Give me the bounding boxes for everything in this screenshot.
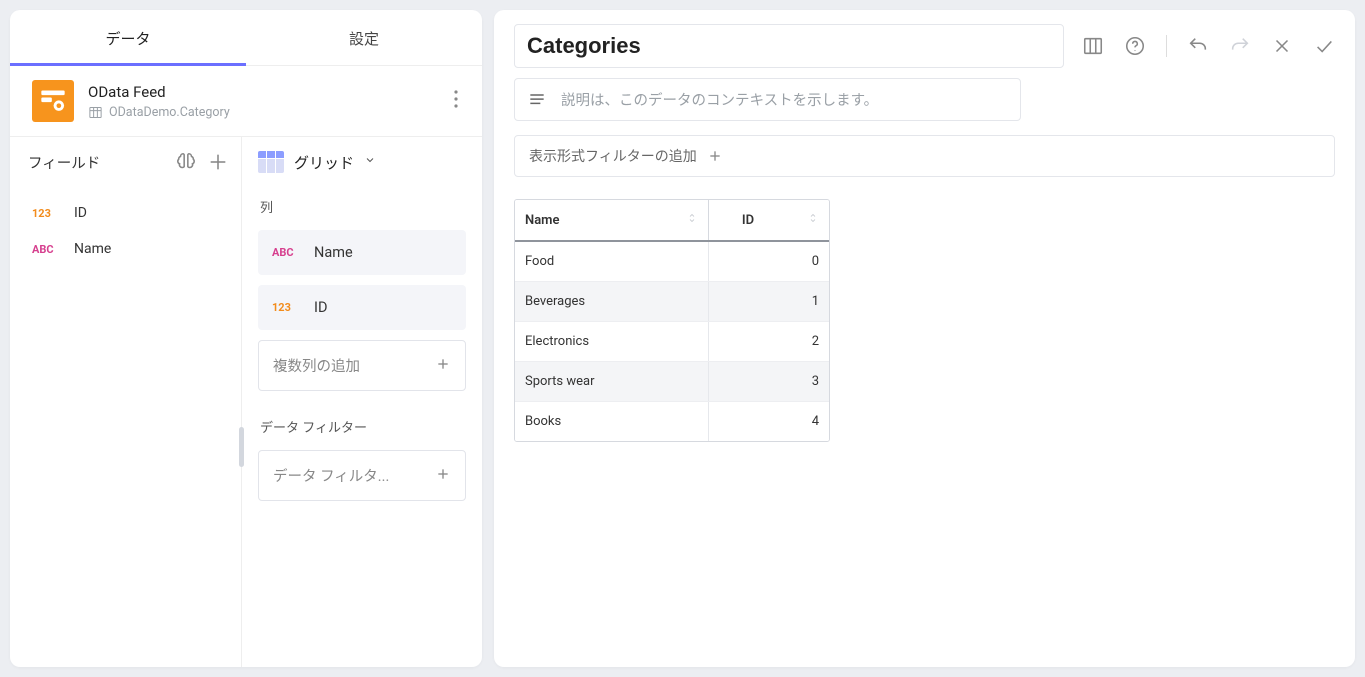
- filters-section-label: データ フィルター: [260, 417, 466, 436]
- switch-viz-button[interactable]: [1082, 35, 1104, 57]
- help-circle-icon: [1124, 35, 1146, 57]
- right-panel: 説明は、このデータのコンテキストを示します。 表示形式フィルターの追加 Name…: [494, 10, 1355, 667]
- cell-name: Beverages: [515, 282, 709, 321]
- separator: [1166, 35, 1167, 57]
- table-row[interactable]: Food 0: [515, 242, 829, 282]
- brain-icon: [175, 151, 197, 173]
- plus-icon: [707, 148, 723, 164]
- check-icon: [1313, 35, 1335, 57]
- table-row[interactable]: Books 4: [515, 402, 829, 441]
- sort-icon: [807, 212, 819, 228]
- tab-settings[interactable]: 設定: [246, 10, 482, 65]
- column-header-name[interactable]: Name: [515, 200, 709, 240]
- column-resize-handle[interactable]: [239, 427, 244, 467]
- sort-icon: [686, 212, 698, 228]
- field-label: ID: [74, 205, 87, 221]
- visualization-label: グリッド: [294, 152, 354, 173]
- datasource-subtitle: ODataDemo.Category: [109, 105, 230, 120]
- column-pill-id[interactable]: 123 ID: [258, 285, 466, 330]
- tabs: データ 設定: [10, 10, 482, 66]
- type-text-icon: ABC: [272, 246, 302, 259]
- description-placeholder: 説明は、このデータのコンテキストを示します。: [561, 89, 1008, 110]
- datasource-more-button[interactable]: [448, 84, 464, 118]
- cell-id: 0: [709, 242, 829, 281]
- chevron-down-icon: [364, 154, 376, 170]
- confirm-button[interactable]: [1313, 35, 1335, 57]
- fields-column: フィールド 123 ID ABC Na: [10, 136, 242, 667]
- ai-suggest-button[interactable]: [175, 151, 197, 173]
- grid-viz-icon: [258, 151, 284, 173]
- plus-icon: [435, 356, 451, 376]
- column-pill-label: Name: [314, 244, 353, 261]
- plus-icon: [207, 151, 229, 173]
- datasource-title: OData Feed: [88, 83, 434, 101]
- paragraph-icon: [527, 90, 547, 110]
- close-button[interactable]: [1271, 35, 1293, 57]
- cell-name: Electronics: [515, 322, 709, 361]
- undo-icon: [1187, 35, 1209, 57]
- add-data-filter-button[interactable]: データ フィルタ...: [258, 450, 466, 501]
- column-pill-label: ID: [314, 299, 327, 316]
- top-actions: [1082, 35, 1335, 57]
- undo-button[interactable]: [1187, 35, 1209, 57]
- add-viz-filter-button[interactable]: 表示形式フィルターの追加: [514, 135, 1335, 177]
- left-panel: データ 設定 OData Feed ODataDemo.Category: [10, 10, 482, 667]
- table-header-row: Name ID: [515, 200, 829, 242]
- data-grid: Name ID Food 0 Beverages 1 Elect: [514, 199, 830, 442]
- field-item-name[interactable]: ABC Name: [22, 231, 229, 267]
- type-number-icon: 123: [272, 301, 302, 314]
- column-header-id[interactable]: ID: [709, 200, 829, 240]
- add-viz-filter-label: 表示形式フィルターの追加: [529, 146, 697, 166]
- column-header-label: Name: [525, 213, 559, 228]
- cell-name: Books: [515, 402, 709, 441]
- tab-data[interactable]: データ: [10, 10, 246, 65]
- type-text-icon: ABC: [32, 243, 62, 256]
- datasource-icon: [32, 80, 74, 122]
- type-number-icon: 123: [32, 207, 62, 220]
- redo-button[interactable]: [1229, 35, 1251, 57]
- redo-icon: [1229, 35, 1251, 57]
- grid-large-icon: [1082, 35, 1104, 57]
- cell-id: 1: [709, 282, 829, 321]
- visualization-selector[interactable]: グリッド: [258, 151, 466, 173]
- visualization-title-input[interactable]: [527, 33, 1051, 59]
- more-vertical-icon: [454, 90, 458, 108]
- table-body: Food 0 Beverages 1 Electronics 2 Sports …: [515, 242, 829, 441]
- config-column: グリッド 列 ABC Name 123 ID 複数列の追加: [242, 136, 482, 667]
- help-button[interactable]: [1124, 35, 1146, 57]
- column-pill-name[interactable]: ABC Name: [258, 230, 466, 275]
- add-columns-button[interactable]: 複数列の追加: [258, 340, 466, 391]
- close-icon: [1271, 35, 1293, 57]
- cell-id: 3: [709, 362, 829, 401]
- add-field-button[interactable]: [207, 151, 229, 173]
- field-label: Name: [74, 241, 111, 257]
- field-item-id[interactable]: 123 ID: [22, 195, 229, 231]
- table-row[interactable]: Beverages 1: [515, 282, 829, 322]
- column-header-label: ID: [719, 213, 777, 228]
- add-data-filter-label: データ フィルタ...: [273, 465, 389, 486]
- fields-header-label: フィールド: [22, 152, 100, 173]
- table-icon: [88, 105, 103, 120]
- cell-id: 2: [709, 322, 829, 361]
- cell-id: 4: [709, 402, 829, 441]
- title-input-wrapper[interactable]: [514, 24, 1064, 68]
- plus-icon: [435, 466, 451, 486]
- table-row[interactable]: Sports wear 3: [515, 362, 829, 402]
- datasource-header: OData Feed ODataDemo.Category: [10, 66, 482, 136]
- add-columns-label: 複数列の追加: [273, 355, 360, 376]
- cell-name: Food: [515, 242, 709, 281]
- cell-name: Sports wear: [515, 362, 709, 401]
- columns-section-label: 列: [260, 197, 466, 216]
- description-input[interactable]: 説明は、このデータのコンテキストを示します。: [514, 78, 1021, 121]
- table-row[interactable]: Electronics 2: [515, 322, 829, 362]
